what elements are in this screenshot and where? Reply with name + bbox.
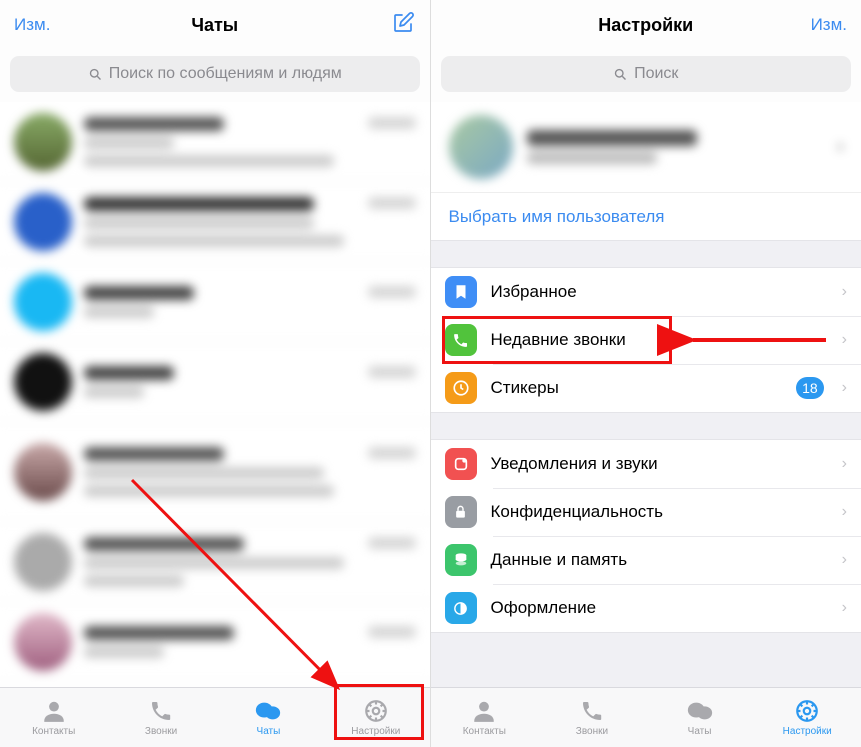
notifications-icon <box>445 448 477 480</box>
chats-search-wrap: Поиск по сообщениям и людям <box>0 50 430 102</box>
chats-tabbar: Контакты Звонки Чаты Настройки <box>0 687 430 747</box>
choose-username-row[interactable]: Выбрать имя пользователя <box>431 192 861 240</box>
tab-calls-label: Звонки <box>576 726 608 737</box>
tab-settings-label: Настройки <box>351 726 400 737</box>
chats-screen: Изм. Чаты Поиск по сообщениям и людям Ко… <box>0 0 431 747</box>
chevron-right-icon: › <box>842 551 847 569</box>
profile-row[interactable]: › <box>431 102 861 192</box>
stickers-badge: 18 <box>796 377 824 399</box>
settings-search-wrap: Поиск <box>431 50 861 102</box>
chat-row[interactable] <box>0 102 430 182</box>
tab-chats-label: Чаты <box>257 726 281 737</box>
stickers-cell[interactable]: Стикеры 18 › <box>431 364 861 412</box>
chevron-right-icon: › <box>838 138 843 156</box>
chevron-right-icon: › <box>842 283 847 301</box>
chevron-right-icon: › <box>842 379 847 397</box>
tab-chats[interactable]: Чаты <box>215 688 322 747</box>
chats-icon <box>686 698 714 724</box>
tab-calls[interactable]: Звонки <box>538 688 646 747</box>
appearance-label: Оформление <box>491 598 828 618</box>
chat-row[interactable] <box>0 262 430 342</box>
contacts-icon <box>40 698 68 724</box>
tab-contacts[interactable]: Контакты <box>0 688 107 747</box>
sticker-icon <box>445 372 477 404</box>
settings-icon <box>793 698 821 724</box>
edit-button[interactable]: Изм. <box>811 15 847 35</box>
settings-group-2: Уведомления и звуки › Конфиденциальность… <box>431 439 861 633</box>
chat-row[interactable] <box>0 342 430 422</box>
favorites-cell[interactable]: Избранное › <box>431 268 861 316</box>
appearance-cell[interactable]: Оформление › <box>431 584 861 632</box>
search-icon <box>613 67 628 82</box>
stickers-label: Стикеры <box>491 378 783 398</box>
privacy-cell[interactable]: Конфиденциальность › <box>431 488 861 536</box>
appearance-icon <box>445 592 477 624</box>
tab-settings[interactable]: Настройки <box>753 688 861 747</box>
tab-contacts-label: Контакты <box>32 726 75 737</box>
chats-title: Чаты <box>191 15 238 36</box>
settings-scroll[interactable]: › Выбрать имя пользователя Избранное › Н… <box>431 102 861 687</box>
chat-row[interactable] <box>0 422 430 522</box>
settings-screen: Настройки Изм. Поиск › Выбрать имя польз… <box>431 0 861 747</box>
chats-search-input[interactable]: Поиск по сообщениям и людям <box>10 56 420 92</box>
chevron-right-icon: › <box>842 331 847 349</box>
tab-calls[interactable]: Звонки <box>107 688 214 747</box>
chevron-right-icon: › <box>842 503 847 521</box>
settings-group-1: Избранное › Недавние звонки › Стикеры 18… <box>431 267 861 413</box>
calls-icon <box>578 698 606 724</box>
compose-icon[interactable] <box>391 11 415 40</box>
settings-icon <box>362 698 390 724</box>
edit-button[interactable]: Изм. <box>14 15 50 35</box>
choose-username-label: Выбрать имя пользователя <box>449 207 665 227</box>
search-icon <box>88 67 103 82</box>
chat-row[interactable] <box>0 182 430 262</box>
notifications-cell[interactable]: Уведомления и звуки › <box>431 440 861 488</box>
phone-icon <box>445 324 477 356</box>
chats-icon <box>254 698 282 724</box>
tab-chats-label: Чаты <box>688 726 712 737</box>
search-placeholder: Поиск <box>634 65 678 83</box>
notifications-label: Уведомления и звуки <box>491 454 828 474</box>
settings-tabbar: Контакты Звонки Чаты Настройки <box>431 687 861 747</box>
favorites-label: Избранное <box>491 282 828 302</box>
chat-list <box>0 102 430 687</box>
tab-settings[interactable]: Настройки <box>322 688 429 747</box>
avatar <box>449 115 513 179</box>
search-placeholder: Поиск по сообщениям и людям <box>109 65 342 83</box>
settings-header: Настройки Изм. <box>431 0 861 50</box>
chat-row[interactable] <box>0 602 430 682</box>
settings-search-input[interactable]: Поиск <box>441 56 852 92</box>
tab-settings-label: Настройки <box>783 726 832 737</box>
privacy-label: Конфиденциальность <box>491 502 828 522</box>
data-label: Данные и память <box>491 550 828 570</box>
calls-icon <box>147 698 175 724</box>
chevron-right-icon: › <box>842 455 847 473</box>
recent-calls-cell[interactable]: Недавние звонки › <box>431 316 861 364</box>
tab-chats[interactable]: Чаты <box>646 688 754 747</box>
database-icon <box>445 544 477 576</box>
tab-contacts-label: Контакты <box>463 726 506 737</box>
chevron-right-icon: › <box>842 599 847 617</box>
contacts-icon <box>470 698 498 724</box>
settings-title: Настройки <box>598 15 693 36</box>
lock-icon <box>445 496 477 528</box>
bookmark-icon <box>445 276 477 308</box>
recent-calls-label: Недавние звонки <box>491 330 828 350</box>
profile-block: › Выбрать имя пользователя <box>431 102 861 241</box>
chats-header: Изм. Чаты <box>0 0 430 50</box>
tab-calls-label: Звонки <box>145 726 177 737</box>
chat-row[interactable] <box>0 522 430 602</box>
data-cell[interactable]: Данные и память › <box>431 536 861 584</box>
tab-contacts[interactable]: Контакты <box>431 688 539 747</box>
